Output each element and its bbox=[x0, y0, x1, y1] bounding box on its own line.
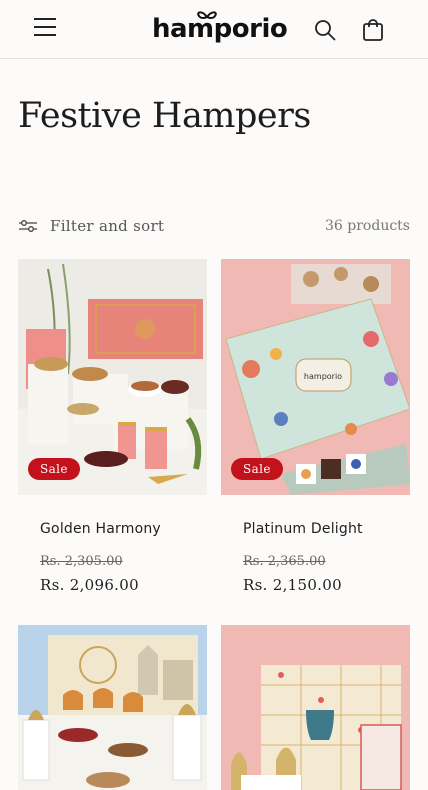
hamburger-menu-icon[interactable] bbox=[34, 18, 56, 40]
sale-price: Rs. 2,096.00 bbox=[40, 576, 139, 594]
page-title: Festive Hampers bbox=[18, 96, 311, 136]
product-name[interactable]: Golden Harmony bbox=[40, 521, 161, 537]
regular-price: Rs. 2,365.00 bbox=[243, 554, 326, 569]
product-card[interactable]: Sale Golden Harmony Rs. 2,305.00 Rs. 2,0… bbox=[18, 259, 207, 599]
sale-price: Rs. 2,150.00 bbox=[243, 576, 342, 594]
product-card[interactable] bbox=[18, 625, 207, 790]
product-card[interactable] bbox=[221, 625, 410, 790]
svg-text:hamporio: hamporio bbox=[304, 372, 342, 381]
regular-price: Rs. 2,305.00 bbox=[40, 554, 123, 569]
site-header: hamporio bbox=[0, 0, 428, 59]
product-card[interactable]: hamporio Sale Platinum Delight Rs. 2,365… bbox=[221, 259, 410, 599]
filter-and-sort-button[interactable]: Filter and sort bbox=[18, 214, 164, 238]
product-image[interactable] bbox=[221, 625, 410, 790]
product-name[interactable]: Platinum Delight bbox=[243, 521, 363, 537]
sale-badge: Sale bbox=[28, 458, 80, 480]
filter-label: Filter and sort bbox=[50, 217, 165, 235]
site-logo[interactable]: hamporio bbox=[152, 14, 288, 44]
sale-badge: Sale bbox=[231, 458, 283, 480]
product-image[interactable] bbox=[18, 625, 207, 790]
shopping-bag-icon[interactable] bbox=[361, 18, 385, 42]
filter-sliders-icon bbox=[19, 220, 37, 232]
product-count: 36 products bbox=[325, 218, 410, 234]
search-icon[interactable] bbox=[314, 19, 336, 41]
